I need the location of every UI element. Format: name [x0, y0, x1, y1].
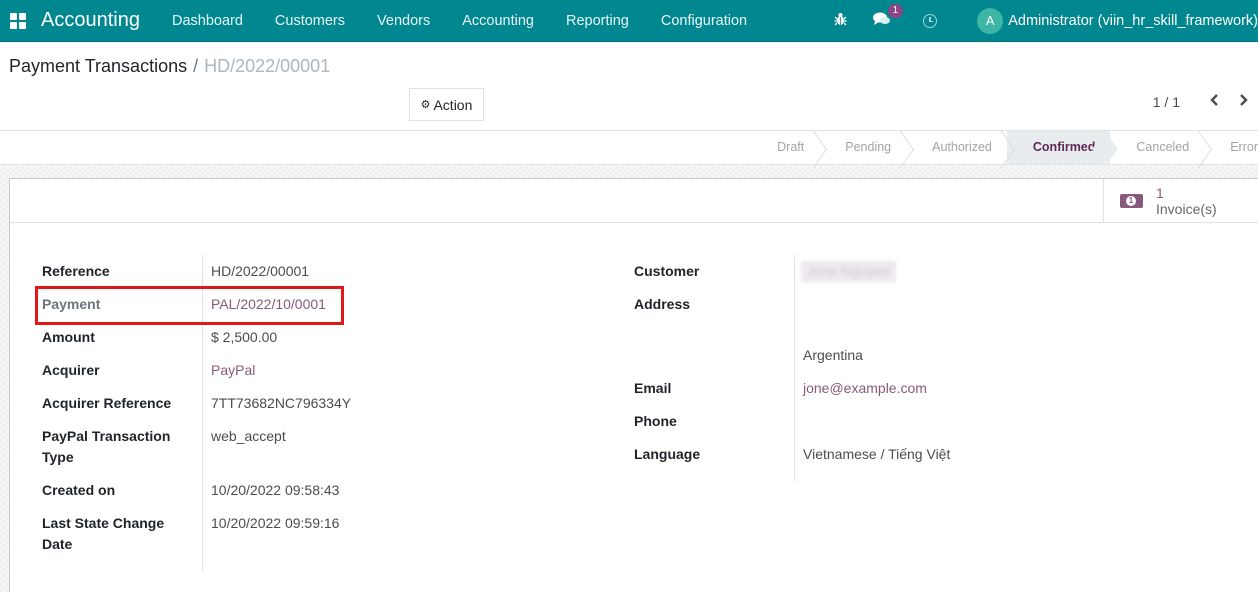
- paypal-transaction-type-label: PayPal Transaction Type: [42, 420, 203, 474]
- action-button[interactable]: ⚙ Action: [409, 88, 484, 121]
- field-row: Language Vietnamese / Tiếng Việt: [634, 438, 1234, 481]
- user-menu[interactable]: Administrator (viin_hr_skill_framework): [1008, 13, 1258, 29]
- stage-authorized[interactable]: Authorized: [906, 131, 1007, 164]
- phone-value: [795, 405, 803, 438]
- stage-draft[interactable]: Draft: [751, 131, 819, 164]
- money-icon: [1120, 194, 1143, 208]
- top-navbar: Accounting Dashboard Customers Vendors A…: [0, 0, 1258, 42]
- invoice-label: Invoice(s): [1156, 201, 1217, 217]
- menu-customers[interactable]: Customers: [259, 0, 361, 42]
- customer-label: Customer: [634, 255, 795, 288]
- created-on-value: 10/20/2022 09:58:43: [211, 482, 340, 498]
- field-row: Customer Jone Nguyen: [634, 255, 1234, 288]
- bug-icon[interactable]: [834, 12, 847, 29]
- reference-label: Reference: [42, 255, 203, 288]
- user-avatar[interactable]: A: [977, 7, 1004, 34]
- action-label: Action: [433, 96, 473, 113]
- payment-label: Payment: [42, 288, 203, 321]
- status-bar: Draft Pending Authorized Confirmed Cance…: [751, 131, 1258, 164]
- field-row: PayPal Transaction Type web_accept: [42, 420, 602, 474]
- stage-confirmed[interactable]: Confirmed: [1006, 131, 1111, 164]
- pager-value[interactable]: 1 / 1: [1153, 94, 1180, 110]
- transaction-details-group: Reference HD/2022/00001 Payment PAL/2022…: [42, 255, 602, 571]
- stage-pending[interactable]: Pending: [819, 131, 906, 164]
- language-value: Vietnamese / Tiếng Việt: [803, 446, 951, 462]
- acquirer-label: Acquirer: [42, 354, 203, 387]
- menu-dashboard[interactable]: Dashboard: [156, 0, 259, 42]
- last-state-change-label: Last State Change Date: [42, 507, 203, 571]
- phone-label: Phone: [634, 405, 795, 438]
- last-state-change-value: 10/20/2022 09:59:16: [211, 515, 340, 531]
- field-row: Address Argentina: [634, 288, 1234, 372]
- invoice-count: 1: [1156, 185, 1164, 201]
- acquirer-reference-value: 7TT73682NC796334Y: [211, 395, 352, 411]
- breadcrumb-separator: /: [193, 56, 199, 76]
- field-row: Phone: [634, 405, 1234, 438]
- gear-icon: ⚙: [420, 99, 431, 111]
- menu-vendors[interactable]: Vendors: [361, 0, 446, 42]
- chat-icon[interactable]: 1: [873, 4, 904, 29]
- acquirer-reference-label: Acquirer Reference: [42, 387, 203, 420]
- breadcrumb-current: HD/2022/00001: [204, 56, 331, 76]
- pager-previous-icon[interactable]: [1210, 93, 1219, 111]
- stage-canceled[interactable]: Canceled: [1110, 131, 1204, 164]
- message-count-badge: 1: [887, 4, 904, 18]
- reference-value: HD/2022/00001: [211, 263, 310, 279]
- menu-accounting[interactable]: Accounting: [446, 0, 550, 42]
- field-row: Acquirer PayPal: [42, 354, 602, 387]
- form-sheet: 1 Invoice(s) Reference HD/2022/00001 Pay…: [9, 178, 1258, 592]
- amount-value: $ 2,500.00: [211, 329, 278, 345]
- amount-label: Amount: [42, 321, 203, 354]
- pager-next-icon[interactable]: [1239, 93, 1248, 111]
- menu-reporting[interactable]: Reporting: [550, 0, 645, 42]
- customer-value[interactable]: Jone Nguyen: [795, 255, 896, 288]
- address-label: Address: [634, 288, 795, 372]
- status-bar-container: Draft Pending Authorized Confirmed Cance…: [0, 131, 1258, 165]
- field-row: Amount $ 2,500.00: [42, 321, 602, 354]
- address-country: Argentina: [803, 347, 863, 363]
- field-row: Reference HD/2022/00001: [42, 255, 602, 288]
- control-panel: Payment Transactions / HD/2022/00001 ⚙ Act…: [0, 43, 1258, 131]
- menu-configuration[interactable]: Configuration: [645, 0, 763, 42]
- field-row: Created on 10/20/2022 09:58:43: [42, 474, 602, 507]
- field-row: Acquirer Reference 7TT73682NC796334Y: [42, 387, 602, 420]
- language-label: Language: [634, 438, 795, 481]
- main-menu: Dashboard Customers Vendors Accounting R…: [156, 0, 763, 42]
- smart-button-box: 1 Invoice(s): [10, 179, 1258, 223]
- customer-name-redacted: Jone Nguyen: [801, 261, 896, 282]
- pager: 1 / 1: [1153, 93, 1248, 111]
- address-value: Argentina: [795, 288, 863, 372]
- invoices-smart-button[interactable]: 1 Invoice(s): [1103, 179, 1258, 223]
- email-link[interactable]: jone@example.com: [795, 372, 927, 405]
- email-label: Email: [634, 372, 795, 405]
- paypal-transaction-type-value: web_accept: [211, 428, 286, 444]
- field-row: Email jone@example.com: [634, 372, 1234, 405]
- app-name[interactable]: Accounting: [41, 9, 140, 32]
- field-row: Payment PAL/2022/10/0001: [42, 288, 602, 321]
- apps-grid-icon[interactable]: [10, 12, 26, 29]
- acquirer-link[interactable]: PayPal: [203, 354, 255, 387]
- created-on-label: Created on: [42, 474, 203, 507]
- customer-details-group: Customer Jone Nguyen Address Argentina E…: [634, 255, 1234, 481]
- field-row: Last State Change Date 10/20/2022 09:59:…: [42, 507, 602, 571]
- clock-icon[interactable]: [923, 13, 938, 28]
- systray: 1 A Administrator (viin_hr_skill_framewo…: [822, 0, 1258, 42]
- breadcrumb: Payment Transactions / HD/2022/00001: [9, 56, 330, 77]
- stage-error[interactable]: Error: [1204, 131, 1258, 164]
- payment-link[interactable]: PAL/2022/10/0001: [203, 288, 326, 321]
- breadcrumb-parent[interactable]: Payment Transactions: [9, 56, 187, 76]
